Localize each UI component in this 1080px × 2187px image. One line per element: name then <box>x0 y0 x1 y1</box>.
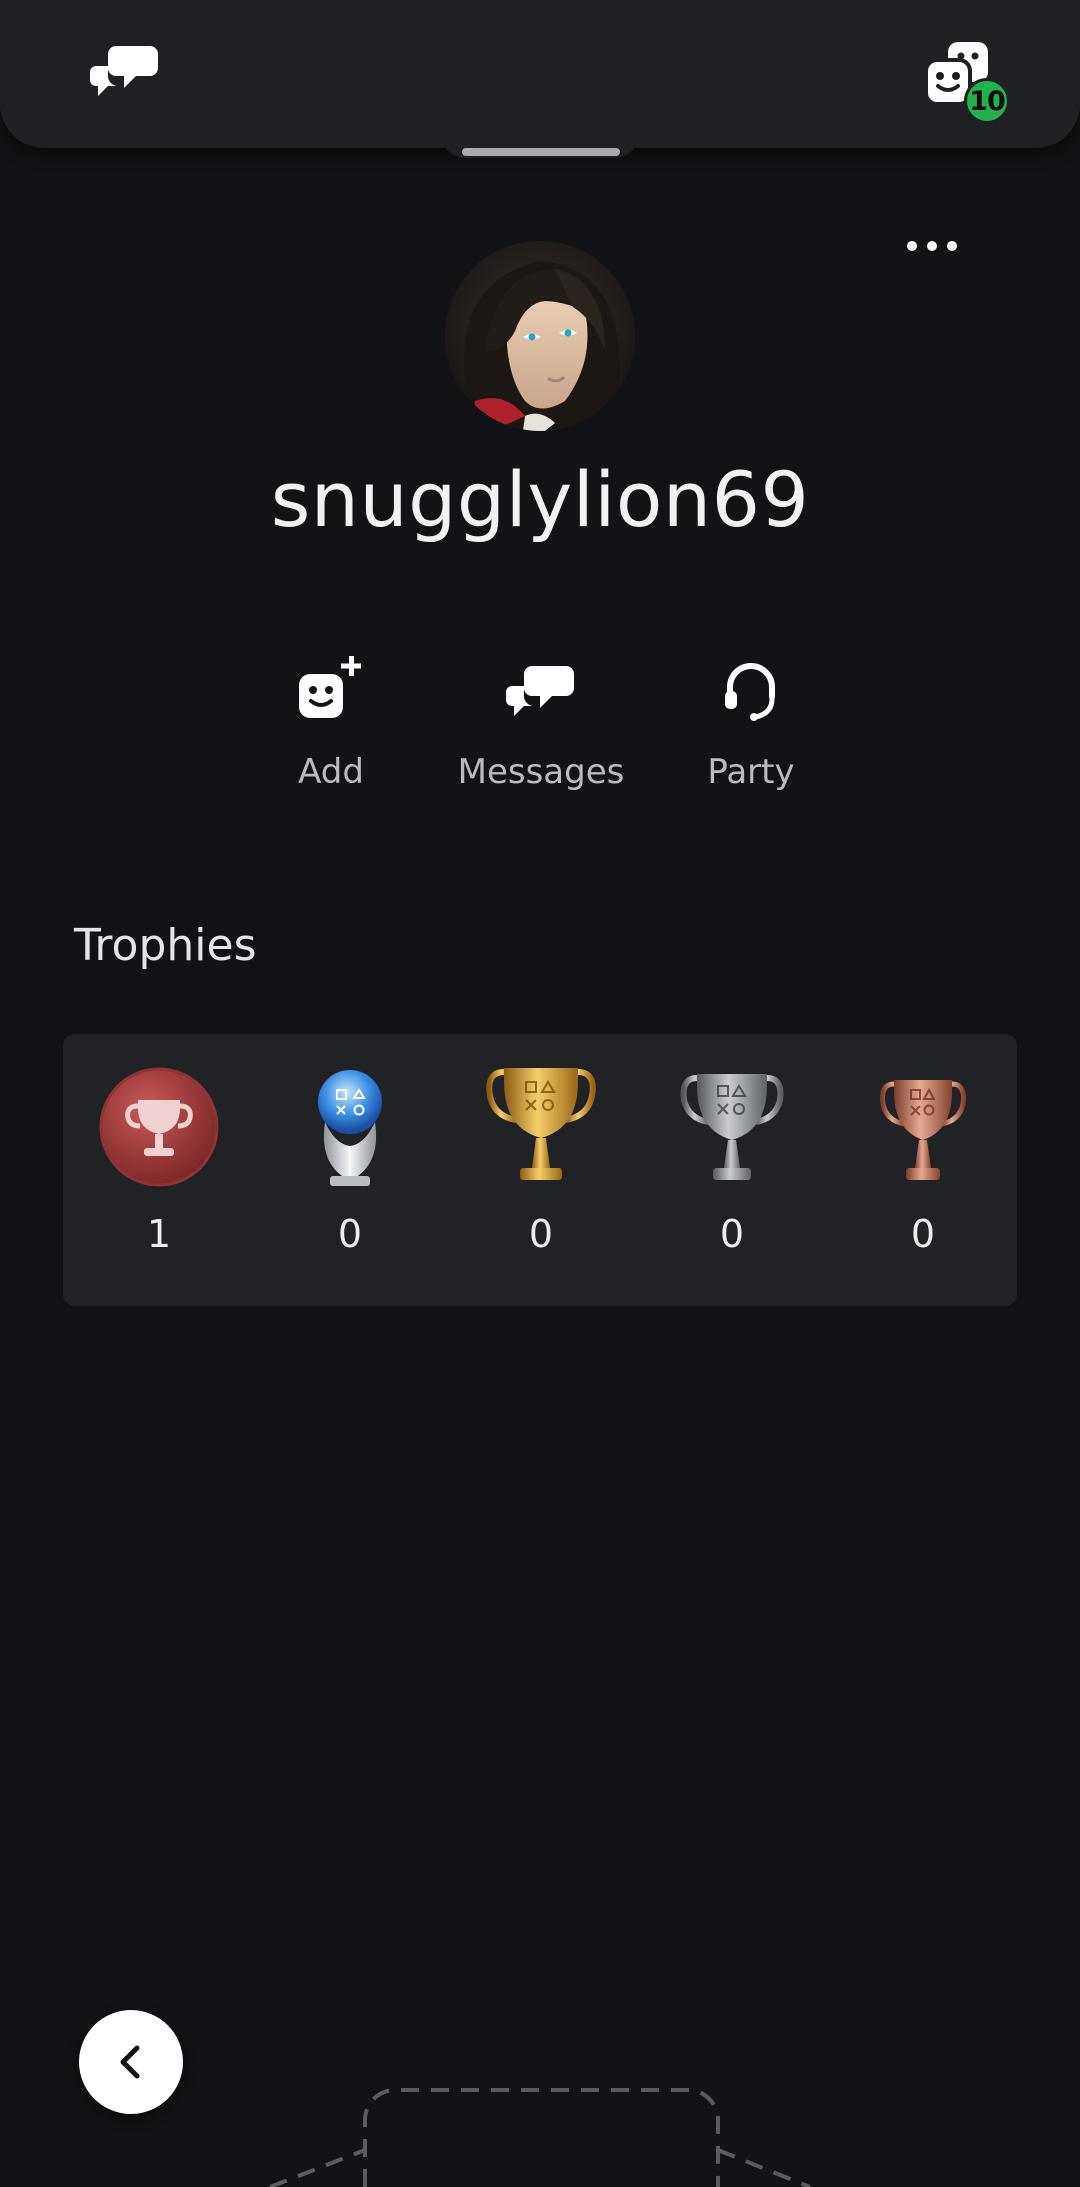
platinum-trophy-icon <box>318 1070 382 1186</box>
platinum-count: 0 <box>337 1212 363 1256</box>
trophy-level-icon <box>99 1067 219 1187</box>
add-friend-button[interactable]: Add <box>231 650 431 810</box>
chat-bubbles-icon <box>506 666 574 716</box>
avatar-image <box>445 241 635 431</box>
add-friend-icon-wrap <box>291 650 371 730</box>
gold-trophy-icon <box>486 1068 596 1180</box>
top-bar: 10 <box>0 0 1080 148</box>
messages-icon-wrap <box>501 650 581 730</box>
username: snugglylion69 <box>270 455 810 544</box>
silver-trophy: 0 <box>657 1062 807 1292</box>
chevron-left-icon <box>120 2045 140 2079</box>
messages-button[interactable]: Messages <box>441 650 641 810</box>
avatar[interactable] <box>445 241 635 431</box>
gold-count: 0 <box>528 1212 554 1256</box>
friends-button[interactable]: 10 <box>920 38 1012 128</box>
bronze-count: 0 <box>910 1212 936 1256</box>
silver-trophy-icon <box>680 1074 784 1180</box>
headset-icon <box>725 663 775 721</box>
gold-trophy: 0 <box>466 1062 616 1292</box>
drag-handle[interactable] <box>462 148 620 156</box>
party-button[interactable]: Party <box>651 650 851 810</box>
add-friend-icon <box>299 656 361 718</box>
trophies-title: Trophies <box>74 920 257 971</box>
ellipsis-icon <box>907 241 957 251</box>
profile-screen: 10 snugglylion69 Add Messages Party Trop… <box>0 0 1080 2187</box>
add-label: Add <box>298 752 364 792</box>
trophy-summary-card[interactable]: 1 0 0 0 0 <box>63 1034 1017 1306</box>
messages-shortcut-button[interactable] <box>90 40 160 100</box>
chat-bubbles-icon <box>90 46 158 96</box>
bronze-trophy: 0 <box>848 1062 998 1292</box>
platinum-trophy: 0 <box>275 1062 425 1292</box>
silver-count: 0 <box>719 1212 745 1256</box>
bronze-trophy-icon <box>880 1080 966 1180</box>
messages-label: Messages <box>457 752 625 792</box>
dock-placeholder-outline <box>269 2088 811 2187</box>
trophy-level-count: 1 <box>146 1212 172 1256</box>
trophy-level: 1 <box>84 1062 234 1292</box>
party-label: Party <box>707 752 795 792</box>
party-icon-wrap <box>711 650 791 730</box>
more-options-button[interactable] <box>896 226 972 266</box>
friends-count-badge: 10 <box>964 78 1010 124</box>
